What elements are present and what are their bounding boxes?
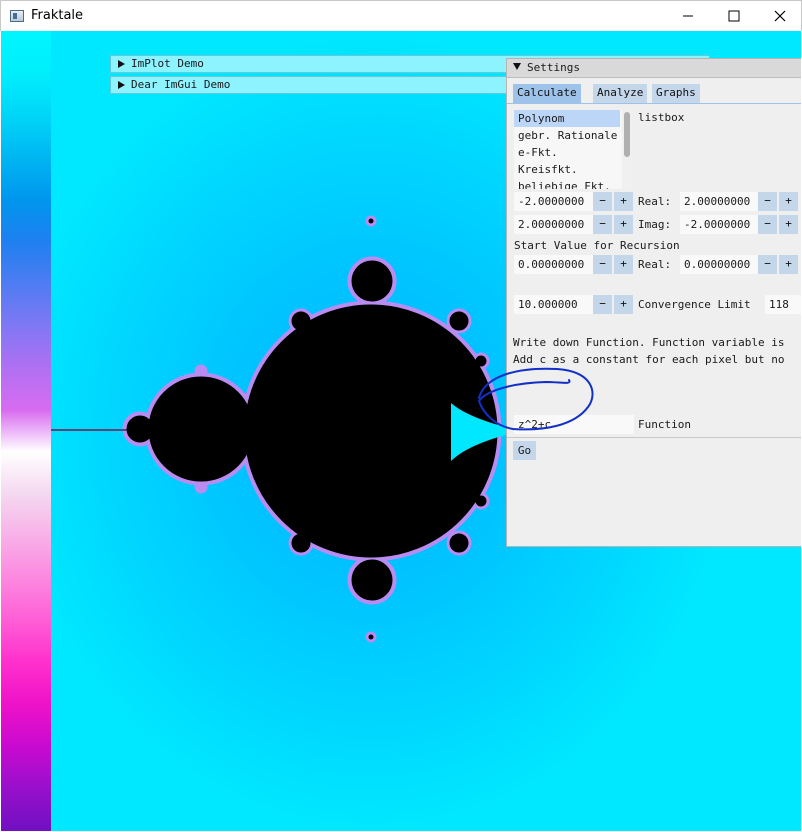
decrement-button[interactable]: − xyxy=(758,215,777,234)
scrollbar-thumb[interactable] xyxy=(624,112,630,157)
real-label: Real: xyxy=(638,258,672,271)
listbox-scrollbar[interactable] xyxy=(622,110,632,189)
imag-min-input[interactable]: 2.00000000 xyxy=(514,215,593,234)
increment-button[interactable]: + xyxy=(614,215,633,234)
listbox-label: listbox xyxy=(638,111,685,124)
start-value-input[interactable]: 0.00000000 xyxy=(514,255,593,274)
collapse-arrow-icon[interactable] xyxy=(513,63,521,70)
imag-max-input[interactable]: -2.0000000 xyxy=(680,215,758,234)
tab-analyze[interactable]: Analyze xyxy=(593,84,648,103)
list-item[interactable]: gebr. Rationale xyxy=(514,127,620,144)
decrement-button[interactable]: − xyxy=(758,255,777,274)
increment-button[interactable]: + xyxy=(779,215,798,234)
increment-button[interactable]: + xyxy=(779,192,798,211)
decrement-button[interactable]: − xyxy=(593,192,612,211)
implot-demo-title: ImPlot Demo xyxy=(131,57,204,70)
decrement-button[interactable]: − xyxy=(593,215,612,234)
function-type-listbox[interactable]: Polynom gebr. Rationale e-Fkt. Kreisfkt.… xyxy=(514,110,632,189)
start-value-label: Start Value for Recursion xyxy=(514,239,680,252)
minimize-icon xyxy=(683,15,693,17)
color-palette-bar xyxy=(1,31,51,831)
start-real-input[interactable]: 0.00000000 xyxy=(680,255,758,274)
decrement-button[interactable]: − xyxy=(593,295,612,314)
client-area: ImPlot Demo Dear ImGui Demo Settings Cal… xyxy=(1,31,801,831)
real-label: Real: xyxy=(638,195,672,208)
function-description-1: Write down Function. Function variable i… xyxy=(513,336,785,349)
list-item[interactable]: beliebige Fkt. xyxy=(514,178,620,189)
function-input[interactable]: z^2+c xyxy=(514,415,634,434)
iteration-input[interactable]: 10.000000 xyxy=(514,295,593,314)
list-item[interactable]: Kreisfkt. xyxy=(514,161,620,178)
increment-button[interactable]: + xyxy=(779,255,798,274)
maximize-icon xyxy=(728,10,740,22)
convergence-limit-label: Convergence Limit xyxy=(638,298,751,311)
increment-button[interactable]: + xyxy=(614,255,633,274)
collapse-arrow-icon[interactable] xyxy=(118,60,125,68)
close-icon xyxy=(774,10,786,22)
tab-underline xyxy=(507,103,801,104)
convergence-limit-input[interactable]: 118 xyxy=(765,295,801,314)
real-min-input[interactable]: -2.0000000 xyxy=(514,192,593,211)
tab-calculate[interactable]: Calculate xyxy=(513,84,581,103)
collapse-arrow-icon[interactable] xyxy=(118,81,125,89)
imag-label: Imag: xyxy=(638,218,672,231)
minimize-button[interactable] xyxy=(665,1,711,31)
maximize-button[interactable] xyxy=(711,1,757,31)
decrement-button[interactable]: − xyxy=(758,192,777,211)
window-title: Fraktale xyxy=(31,8,84,23)
close-button[interactable] xyxy=(757,1,802,31)
list-item[interactable]: e-Fkt. xyxy=(514,144,620,161)
go-button[interactable]: Go xyxy=(513,441,536,460)
function-description-2: Add c as a constant for each pixel but n… xyxy=(513,353,785,366)
list-item[interactable]: Polynom xyxy=(514,110,620,127)
tab-graphs[interactable]: Graphs xyxy=(652,84,700,103)
separator xyxy=(507,437,801,438)
increment-button[interactable]: + xyxy=(614,295,633,314)
decrement-button[interactable]: − xyxy=(593,255,612,274)
real-max-input[interactable]: 2.00000000 xyxy=(680,192,758,211)
function-label: Function xyxy=(638,418,691,431)
settings-title-bar[interactable]: Settings xyxy=(507,59,801,78)
settings-window[interactable]: Settings Calculate Analyze Graphs Polyno… xyxy=(506,58,801,547)
settings-title: Settings xyxy=(527,61,580,74)
increment-button[interactable]: + xyxy=(614,192,633,211)
title-bar: Fraktale xyxy=(0,0,802,31)
imgui-demo-title: Dear ImGui Demo xyxy=(131,78,231,91)
app-icon xyxy=(10,10,24,22)
